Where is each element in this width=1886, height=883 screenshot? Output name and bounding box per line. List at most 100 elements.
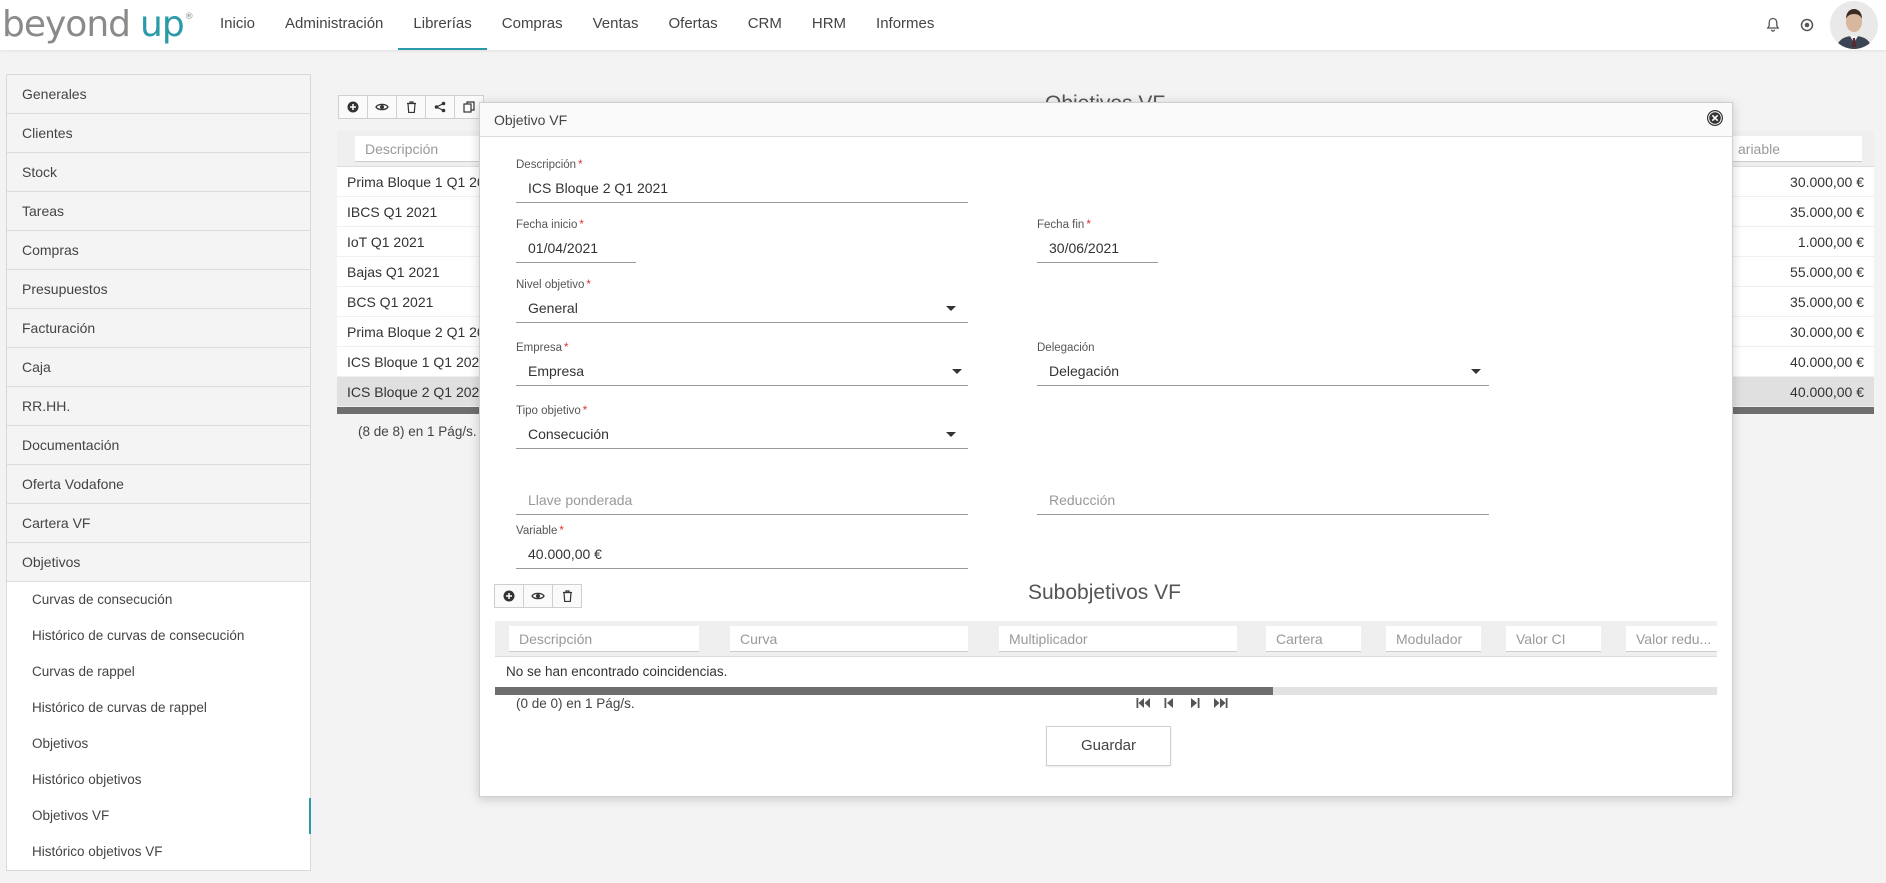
caret-down-icon — [946, 432, 956, 437]
filter-valor-ci[interactable]: Valor CI — [1506, 626, 1601, 652]
view-button[interactable] — [367, 95, 397, 119]
view-subobjetivo-button[interactable] — [523, 584, 553, 608]
eye-icon — [531, 592, 545, 600]
add-subobjetivo-button[interactable] — [494, 584, 524, 608]
filter-cartera[interactable]: Cartera — [1266, 626, 1361, 652]
nivel-objetivo-select[interactable]: General — [516, 293, 968, 323]
delete-subobjetivo-button[interactable] — [552, 584, 582, 608]
first-page-icon[interactable] — [1130, 694, 1156, 712]
sidebar: Generales Clientes Stock Tareas Compras … — [6, 74, 311, 871]
share-icon — [434, 101, 446, 113]
save-button[interactable]: Guardar — [1046, 726, 1171, 766]
beyond-up-logo[interactable]: beyond up ® — [2, 2, 194, 46]
filter-multiplicador[interactable]: Multiplicador — [999, 626, 1237, 652]
sidebar-sub-historico-objetivos-vf[interactable]: Histórico objetivos VF — [7, 834, 310, 870]
nav-informes[interactable]: Informes — [861, 0, 949, 48]
trash-icon — [562, 590, 572, 602]
sidebar-item-compras[interactable]: Compras — [7, 231, 310, 270]
sidebar-item-presupuestos[interactable]: Presupuestos — [7, 270, 310, 309]
delete-button[interactable] — [396, 95, 426, 119]
required-mark: * — [582, 405, 588, 417]
tipo-objetivo-select[interactable]: Consecución — [516, 419, 968, 449]
select-value: Consecución — [528, 426, 609, 442]
llave-ponderada-input[interactable]: Llave ponderada — [516, 485, 968, 515]
nav-ofertas[interactable]: Ofertas — [654, 0, 733, 48]
dialog-header: Objetivo VF — [480, 103, 1732, 137]
row-variable: 30.000,00 € — [1790, 174, 1864, 190]
sidebar-item-oferta-vodafone[interactable]: Oferta Vodafone — [7, 465, 310, 504]
table-scrollbar[interactable] — [495, 687, 1717, 695]
power-icon[interactable] — [1790, 0, 1824, 50]
nav-librerias[interactable]: Librerías — [398, 0, 487, 50]
paginator — [1130, 694, 1234, 712]
descripcion-input[interactable]: ICS Bloque 2 Q1 2021 — [516, 173, 968, 203]
last-page-icon[interactable] — [1208, 694, 1234, 712]
tipo-objetivo-field: Tipo objetivo * Consecución — [516, 403, 968, 449]
delegacion-field: Delegación Delegación — [1037, 340, 1489, 386]
sidebar-item-rrhh[interactable]: RR.HH. — [7, 387, 310, 426]
fecha-fin-input[interactable]: 30/06/2021 — [1037, 233, 1158, 263]
sidebar-item-facturacion[interactable]: Facturación — [7, 309, 310, 348]
sidebar-item-caja[interactable]: Caja — [7, 348, 310, 387]
delegacion-select[interactable]: Delegación — [1037, 356, 1489, 386]
reduccion-field: Reducción — [1037, 485, 1489, 515]
variable-input[interactable]: 40.000,00 € — [516, 539, 968, 569]
nav-inicio[interactable]: Inicio — [205, 0, 270, 48]
row-description: ICS Bloque 2 Q1 2021 — [347, 384, 488, 400]
sidebar-item-tareas[interactable]: Tareas — [7, 192, 310, 231]
eye-icon — [375, 103, 389, 111]
sidebar-item-clientes[interactable]: Clientes — [7, 114, 310, 153]
nav-crm[interactable]: CRM — [733, 0, 797, 48]
share-button[interactable] — [425, 95, 455, 119]
filter-curva[interactable]: Curva — [730, 626, 968, 652]
close-icon[interactable] — [1706, 109, 1726, 129]
row-description: IoT Q1 2021 — [347, 234, 425, 250]
user-avatar[interactable] — [1830, 1, 1878, 49]
sidebar-item-objetivos[interactable]: Objetivos — [7, 543, 310, 582]
sidebar-sub-historico-objetivos[interactable]: Histórico objetivos — [7, 762, 310, 798]
filter-valor-reduccion[interactable]: Valor redu... — [1626, 626, 1717, 652]
fecha-inicio-input[interactable]: 01/04/2021 — [516, 233, 636, 263]
required-mark: * — [1086, 219, 1091, 231]
filter-modulador[interactable]: Modulador — [1386, 626, 1481, 652]
sidebar-sub-historico-curvas-consecucion[interactable]: Histórico de curvas de consecución — [7, 618, 310, 654]
bell-icon[interactable] — [1756, 0, 1790, 50]
add-button[interactable] — [338, 95, 368, 119]
reduccion-input[interactable]: Reducción — [1037, 485, 1489, 515]
sidebar-item-stock[interactable]: Stock — [7, 153, 310, 192]
field-label: Fecha inicio * — [516, 217, 636, 233]
nav-hrm[interactable]: HRM — [797, 0, 861, 48]
required-mark: * — [579, 219, 584, 231]
sidebar-sub-curvas-consecucion[interactable]: Curvas de consecución — [7, 582, 310, 618]
empty-message: No se han encontrado coincidencias. — [506, 664, 728, 679]
sidebar-sub-objetivos[interactable]: Objetivos — [7, 726, 310, 762]
top-bar: beyond up ® Inicio Administración Librer… — [0, 0, 1886, 50]
sidebar-item-generales[interactable]: Generales — [7, 75, 310, 114]
row-variable: 1.000,00 € — [1797, 234, 1864, 250]
sidebar-item-documentacion[interactable]: Documentación — [7, 426, 310, 465]
required-mark: * — [586, 279, 591, 291]
llave-ponderada-field: Llave ponderada — [516, 485, 968, 515]
label-text: Variable — [516, 525, 558, 537]
empresa-select[interactable]: Empresa — [516, 356, 968, 386]
sidebar-sub-curvas-rappel[interactable]: Curvas de rappel — [7, 654, 310, 690]
label-text: Descripción — [516, 159, 577, 171]
filter-descripcion[interactable]: Descripción — [509, 626, 699, 652]
variable-filter-input[interactable]: ariable — [1732, 136, 1862, 162]
sidebar-sub-objetivos-vf[interactable]: Objetivos VF — [7, 798, 311, 834]
select-value: Empresa — [528, 363, 585, 379]
nav-ventas[interactable]: Ventas — [578, 0, 654, 48]
fecha-fin-field: Fecha fin * 30/06/2021 — [1037, 217, 1158, 263]
previous-page-icon[interactable] — [1156, 694, 1182, 712]
nav-administracion[interactable]: Administración — [270, 0, 398, 48]
nav-compras[interactable]: Compras — [487, 0, 578, 48]
sidebar-item-cartera-vf[interactable]: Cartera VF — [7, 504, 310, 543]
logo-word-beyond: beyond — [2, 4, 131, 45]
field-label: Nivel objetivo * — [516, 277, 968, 293]
empresa-field: Empresa * Empresa — [516, 340, 968, 386]
list-count: (8 de 8) en 1 Pág/s. — [358, 424, 477, 439]
next-page-icon[interactable] — [1182, 694, 1208, 712]
logo-word-up: up — [140, 4, 185, 45]
dialog-title: Objetivo VF — [494, 112, 568, 128]
sidebar-sub-historico-curvas-rappel[interactable]: Histórico de curvas de rappel — [7, 690, 310, 726]
